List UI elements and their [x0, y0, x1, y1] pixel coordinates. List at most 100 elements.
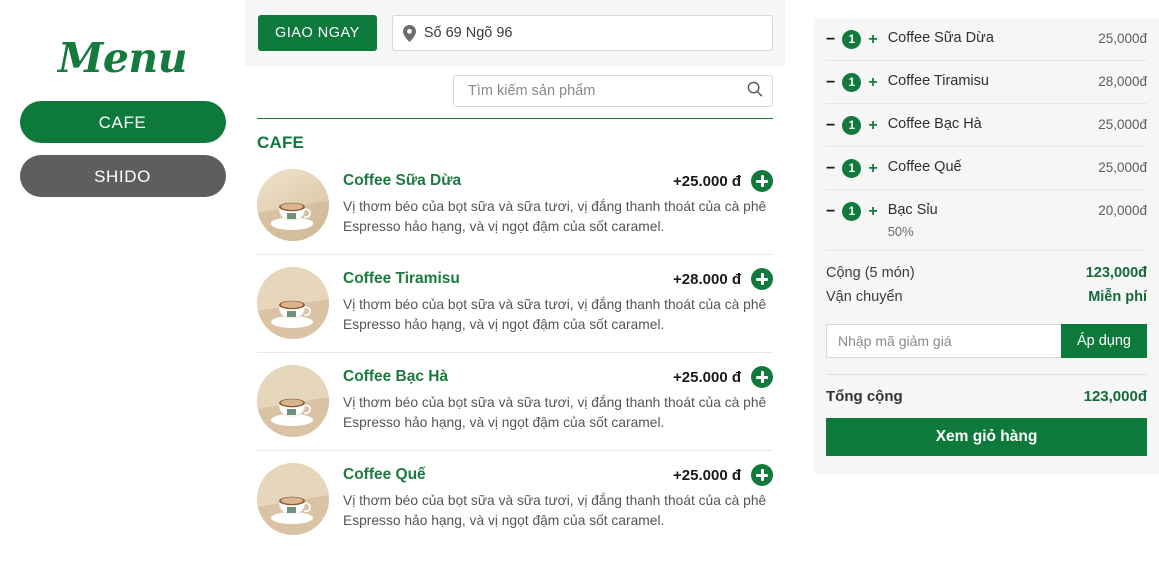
- cart-row: − 1 + Bạc Sỉu 50% 20,000đ: [826, 190, 1147, 251]
- product-row[interactable]: Coffee Tiramisu +28.000 đ Vị thơm béo củ…: [257, 255, 773, 353]
- cart-item-note: 50%: [887, 224, 914, 239]
- quantity-stepper: − 1 +: [826, 158, 878, 178]
- product-price: +28.000 đ: [673, 270, 741, 288]
- product-thumbnail: [257, 267, 329, 339]
- cart-item-price: 25,000đ: [1098, 31, 1147, 46]
- product-body: Coffee Quế +25.000 đ Vị thơm béo của bọt…: [343, 463, 773, 531]
- product-name[interactable]: Coffee Quế: [343, 466, 663, 484]
- sidebar-item-shido[interactable]: SHIDO: [19, 155, 226, 197]
- product-price: +25.000 đ: [673, 368, 741, 386]
- total-label: Tổng cộng: [826, 388, 903, 405]
- search-input[interactable]: [466, 82, 747, 100]
- product-thumbnail: [257, 169, 329, 241]
- sidebar: Menu CAFE SHIDO: [0, 0, 245, 576]
- decrease-qty-button[interactable]: −: [826, 203, 835, 220]
- subtotal-row: Cộng (5 món) 123,000đ: [826, 263, 1147, 287]
- cart-item-main: Coffee Sữa Dừa: [878, 29, 1099, 48]
- increase-qty-button[interactable]: +: [868, 203, 877, 220]
- cart-item-price: 28,000đ: [1098, 74, 1147, 89]
- cart-item-price: 20,000đ: [1098, 203, 1147, 218]
- increase-qty-button[interactable]: +: [868, 74, 877, 91]
- cart-summary: Cộng (5 món) 123,000đ Vận chuyển Miễn ph…: [826, 251, 1147, 314]
- cart-item-name: Coffee Quế: [887, 159, 962, 175]
- product-name[interactable]: Coffee Tiramisu: [343, 270, 663, 288]
- product-name[interactable]: Coffee Bạc Hà: [343, 368, 663, 386]
- cart-item-main: Coffee Quế: [878, 158, 1099, 177]
- qty-badge: 1: [842, 116, 862, 135]
- product-price: +25.000 đ: [673, 466, 741, 484]
- decrease-qty-button[interactable]: −: [826, 117, 835, 134]
- quantity-stepper: − 1 +: [826, 29, 878, 49]
- plus-circle-icon[interactable]: [751, 170, 773, 192]
- catalog-column: GIAO NGAY Số 69 Ngõ 96 Tìm kiếm sản phẩm…: [245, 0, 785, 576]
- product-head: Coffee Tiramisu +28.000 đ: [343, 268, 773, 290]
- plus-circle-icon[interactable]: [751, 366, 773, 388]
- app-root: Menu CAFE SHIDO GIAO NGAY Số 69 Ngõ 96 T…: [0, 0, 1159, 576]
- cart-item-main: Coffee Tiramisu: [878, 72, 1099, 91]
- product-description: Vị thơm béo của bọt sữa và sữa tươi, vị …: [343, 395, 767, 430]
- address-value: Số 69 Ngõ 96: [423, 25, 513, 41]
- product-body: Coffee Tiramisu +28.000 đ Vị thơm béo củ…: [343, 267, 773, 335]
- decrease-qty-button[interactable]: −: [826, 74, 835, 91]
- product-row[interactable]: Coffee Quế +25.000 đ Vị thơm béo của bọt…: [257, 451, 773, 548]
- product-head: Coffee Quế +25.000 đ: [343, 464, 773, 486]
- category-title: CAFE: [257, 133, 305, 152]
- product-description: Vị thơm béo của bọt sữa và sữa tươi, vị …: [343, 493, 767, 528]
- promo-row: Áp dụng: [826, 324, 1147, 358]
- shipping-row: Vận chuyển Miễn phí: [826, 287, 1147, 311]
- product-thumbnail: [257, 463, 329, 535]
- total-row: Tổng cộng 123,000đ: [826, 375, 1147, 418]
- product-head: Coffee Bạc Hà +25.000 đ: [343, 366, 773, 388]
- product-name[interactable]: Coffee Sữa Dừa: [343, 172, 663, 190]
- increase-qty-button[interactable]: +: [868, 160, 877, 177]
- increase-qty-button[interactable]: +: [868, 117, 877, 134]
- quantity-stepper: − 1 +: [826, 201, 878, 221]
- delivery-bar: GIAO NGAY Số 69 Ngõ 96: [245, 0, 785, 66]
- address-field[interactable]: Số 69 Ngõ 96: [391, 15, 773, 51]
- cart-row: − 1 + Coffee Bạc Hà 25,000đ: [826, 104, 1147, 147]
- product-description: Vị thơm béo của bọt sữa và sữa tươi, vị …: [343, 297, 767, 332]
- search-row: [245, 66, 785, 107]
- total-value: 123,000đ: [1083, 388, 1147, 405]
- decrease-qty-button[interactable]: −: [826, 160, 835, 177]
- cart-row: − 1 + Coffee Tiramisu 28,000đ: [826, 61, 1147, 104]
- search-icon[interactable]: [747, 81, 763, 102]
- qty-badge: 1: [842, 159, 862, 178]
- sidebar-item-cafe[interactable]: CAFE: [19, 101, 226, 143]
- map-pin-icon: [402, 24, 416, 42]
- cart-row: − 1 + Coffee Quế 25,000đ: [826, 147, 1147, 190]
- cart-item-name: Coffee Tiramisu: [887, 73, 989, 89]
- product-thumbnail: [257, 365, 329, 437]
- promo-code-input[interactable]: [826, 324, 1061, 358]
- apply-promo-button[interactable]: Áp dụng: [1060, 324, 1147, 358]
- shipping-value: Miễn phí: [1088, 289, 1147, 305]
- shipping-label: Vận chuyển: [826, 289, 903, 305]
- cart-item-name: Coffee Bạc Hà: [887, 116, 982, 132]
- decrease-qty-button[interactable]: −: [826, 31, 835, 48]
- qty-badge: 1: [842, 73, 862, 92]
- view-cart-button[interactable]: Xem giỏ hàng: [826, 418, 1147, 456]
- product-row[interactable]: Coffee Sữa Dừa +25.000 đ Vị thơm béo của…: [257, 157, 773, 255]
- product-row[interactable]: Coffee Bạc Hà +25.000 đ Vị thơm béo của …: [257, 353, 773, 451]
- cart-item-main: Bạc Sỉu 50%: [878, 201, 1099, 239]
- cart-item-main: Coffee Bạc Hà: [878, 115, 1099, 134]
- deliver-now-button[interactable]: GIAO NGAY: [258, 15, 377, 51]
- brand-logo: Menu: [57, 34, 188, 82]
- product-body: Coffee Sữa Dừa +25.000 đ Vị thơm béo của…: [343, 169, 773, 237]
- subtotal-label: Cộng (5 món): [826, 265, 915, 281]
- plus-circle-icon[interactable]: [751, 464, 773, 486]
- product-body: Coffee Bạc Hà +25.000 đ Vị thơm béo của …: [343, 365, 773, 433]
- cart-row: − 1 + Coffee Sữa Dừa 25,000đ: [826, 18, 1147, 61]
- qty-badge: 1: [842, 202, 862, 221]
- product-list: Coffee Sữa Dừa +25.000 đ Vị thơm béo của…: [245, 157, 785, 548]
- plus-circle-icon[interactable]: [751, 268, 773, 290]
- cart-panel: − 1 + Coffee Sữa Dừa 25,000đ − 1 + Coffe…: [814, 18, 1159, 474]
- search-box[interactable]: [453, 75, 773, 107]
- product-price: +25.000 đ: [673, 172, 741, 190]
- quantity-stepper: − 1 +: [826, 115, 878, 135]
- cart-item-price: 25,000đ: [1098, 117, 1147, 132]
- cart-item-name: Coffee Sữa Dừa: [887, 30, 994, 46]
- cart-item-price: 25,000đ: [1098, 160, 1147, 175]
- product-description: Vị thơm béo của bọt sữa và sữa tươi, vị …: [343, 199, 767, 234]
- increase-qty-button[interactable]: +: [868, 31, 877, 48]
